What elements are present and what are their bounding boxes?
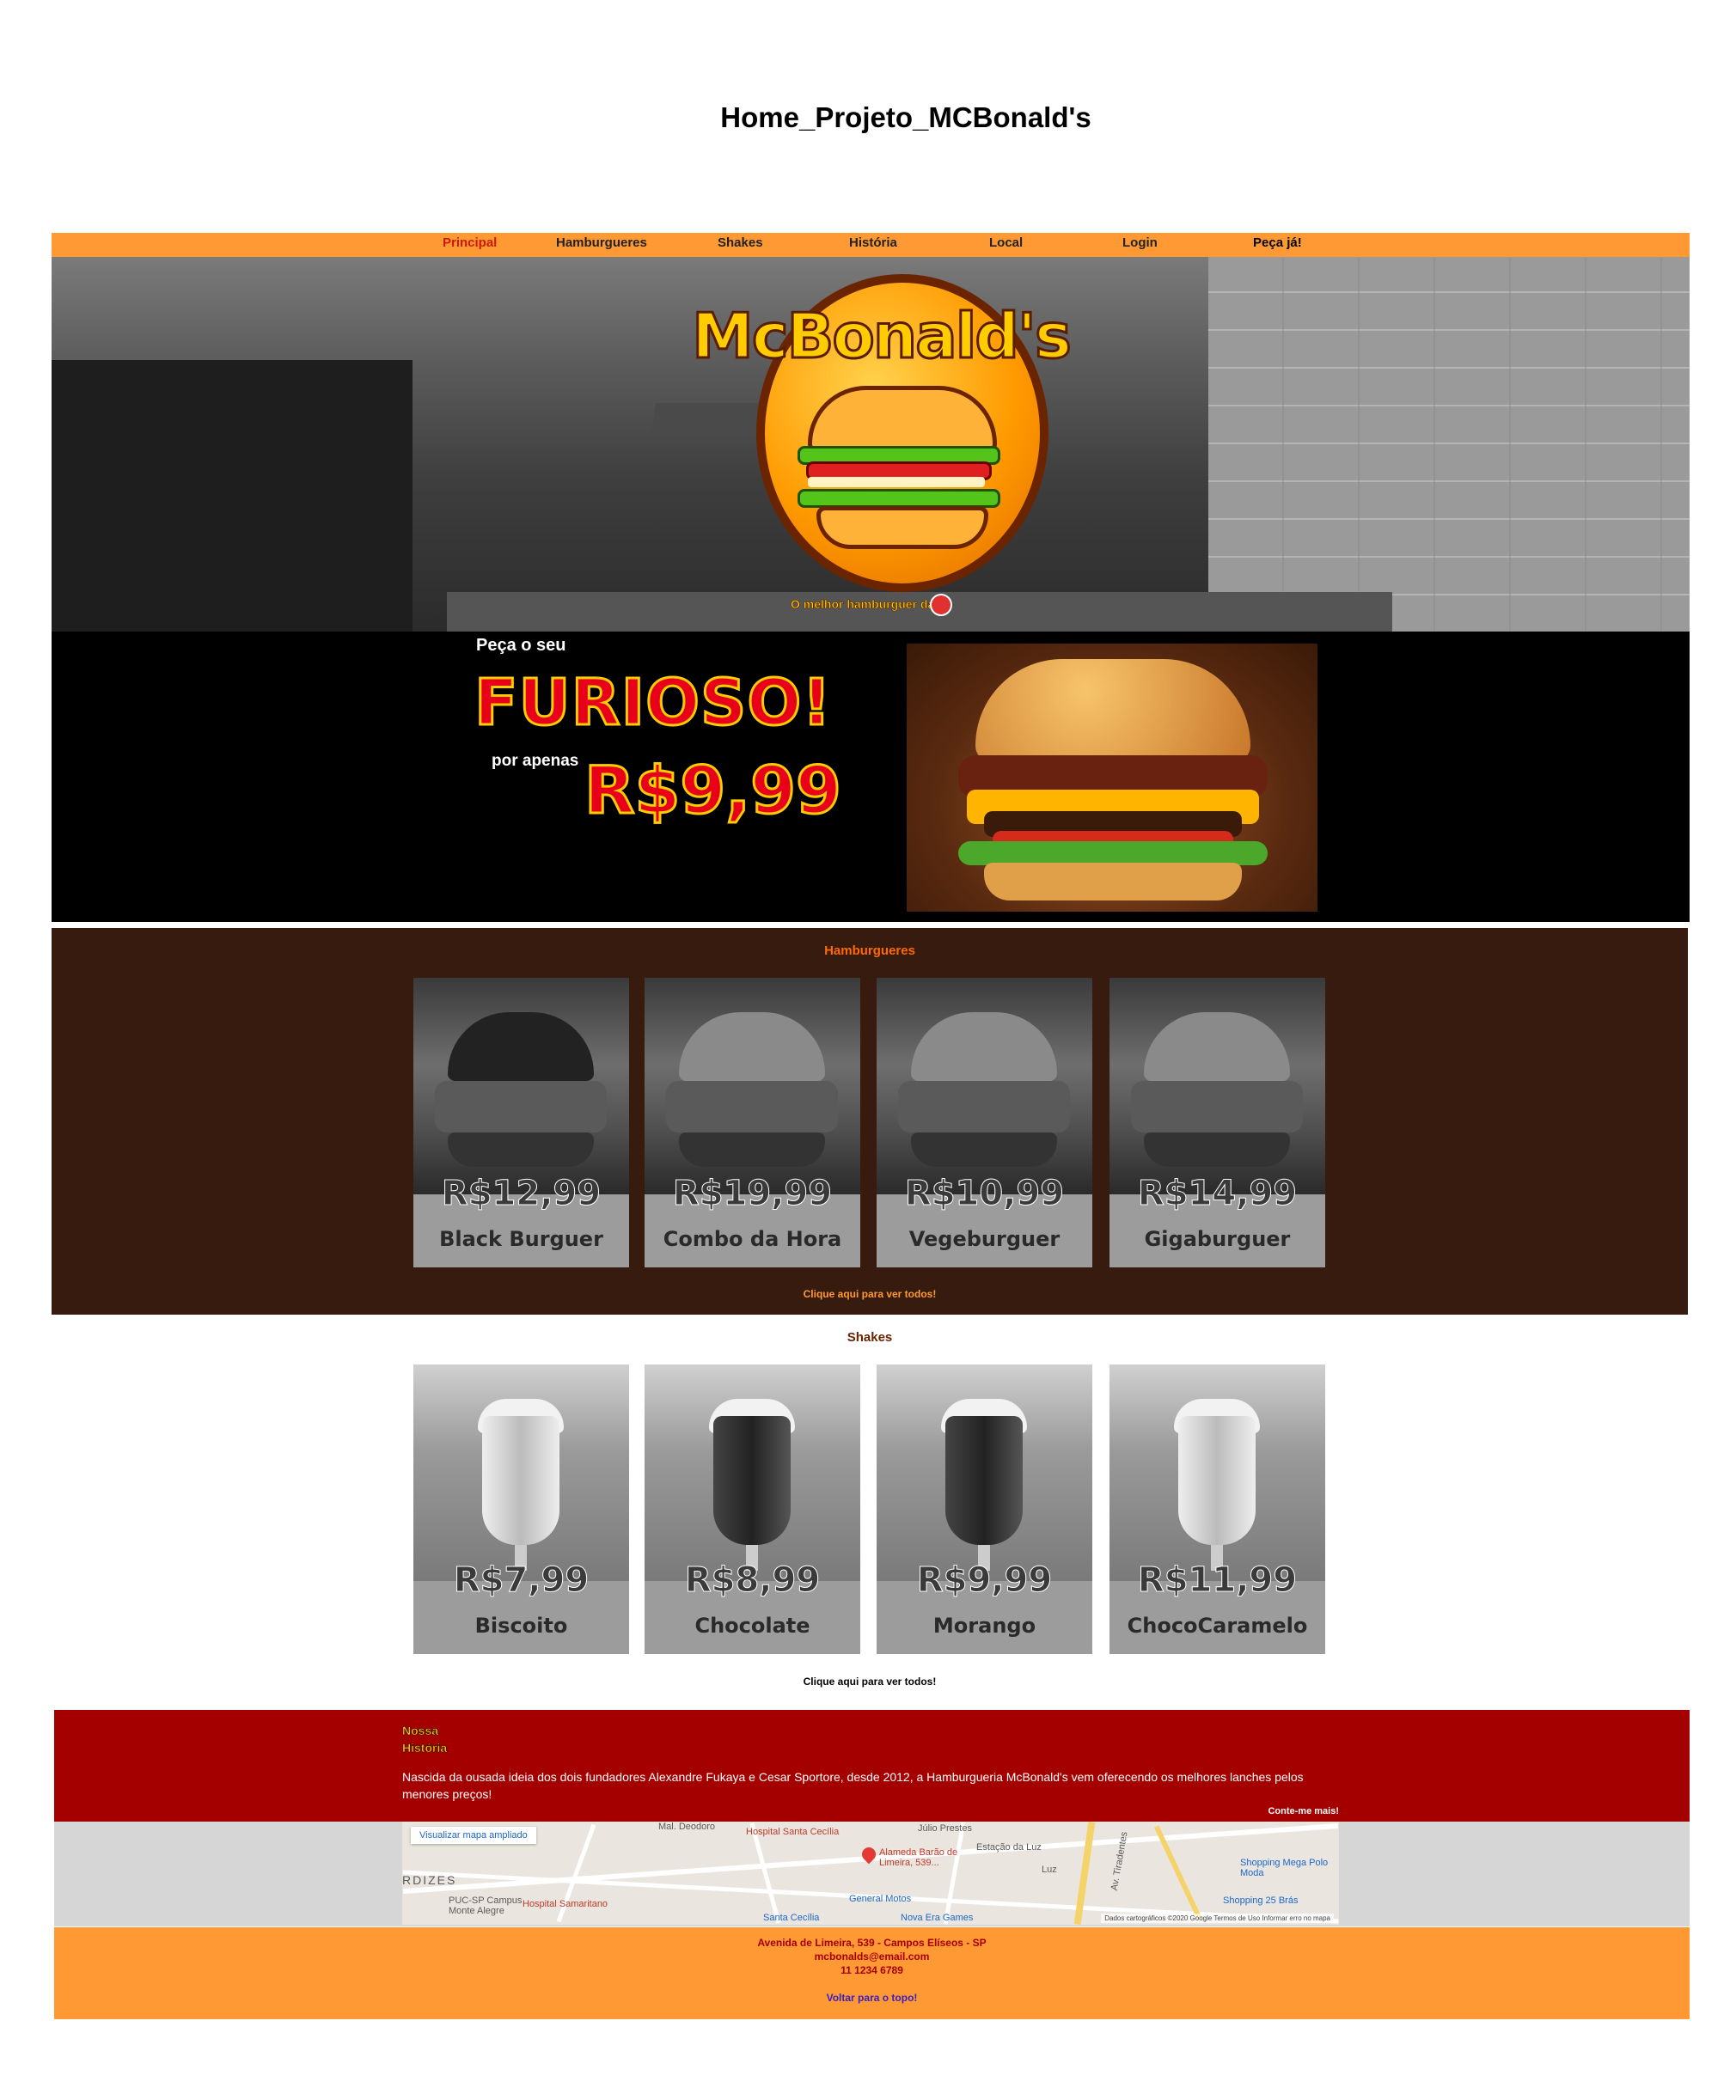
burger-image xyxy=(877,978,1092,1194)
map-section: Visualizar mapa ampliado Mal. Deodoro Ho… xyxy=(54,1822,1690,1926)
footer-phone: 11 1234 6789 xyxy=(840,1964,903,1976)
shakes-section: Shakes R$7,99 Biscoito R$8,99 Chocolate … xyxy=(52,1315,1688,1701)
shake-name: ChocoCaramelo xyxy=(1127,1614,1308,1638)
nav-principal[interactable]: Principal xyxy=(443,235,497,250)
face-icon xyxy=(930,594,952,616)
burger-price: R$14,99 xyxy=(1137,1174,1298,1214)
map-expand-button[interactable]: Visualizar mapa ampliado xyxy=(411,1827,536,1844)
burger-card[interactable]: R$14,99 Gigaburguer xyxy=(1109,978,1325,1267)
burger-name: Combo da Hora xyxy=(663,1227,842,1251)
burger-name: Black Burguer xyxy=(439,1227,603,1251)
shake-card[interactable]: R$8,99 Chocolate xyxy=(645,1364,860,1654)
shake-image xyxy=(877,1364,1092,1581)
history-text: Nascida da ousada ideia dos dois fundado… xyxy=(402,1770,1304,1801)
burger-name: Vegeburguer xyxy=(908,1227,1061,1251)
shake-price: R$11,99 xyxy=(1137,1560,1298,1601)
nav-peca-ja[interactable]: Peça já! xyxy=(1253,235,1302,250)
main-nav: Principal Hamburgueres Shakes História L… xyxy=(52,233,1690,257)
history-more-link[interactable]: Conte-me mais! xyxy=(1268,1806,1339,1816)
shake-name: Biscoito xyxy=(474,1614,568,1638)
burger-price: R$10,99 xyxy=(904,1174,1065,1214)
shake-card[interactable]: R$7,99 Biscoito xyxy=(413,1364,629,1654)
footer-email: mcbonalds@email.com xyxy=(814,1950,930,1963)
promo-banner: Peça o seu FURIOSO! por apenas R$9,99 xyxy=(52,632,1690,922)
burgers-section: Hamburgueres R$12,99 Black Burguer R$19,… xyxy=(52,928,1688,1315)
shake-price: R$7,99 xyxy=(453,1560,590,1601)
map-place-label: Alameda Barão de Limeira, 539... xyxy=(879,1847,958,1868)
footer-address: Avenida de Limeira, 539 - Campos Elíseos… xyxy=(757,1937,987,1949)
shake-image xyxy=(413,1364,629,1581)
page-title: Home_Projeto_MCBonald's xyxy=(720,101,1091,133)
nav-login[interactable]: Login xyxy=(1122,235,1158,250)
burger-price: R$12,99 xyxy=(441,1174,602,1214)
promo-price: R$9,99 xyxy=(584,751,843,830)
burgers-section-title: Hamburgueres xyxy=(824,943,915,958)
shake-name: Chocolate xyxy=(694,1614,810,1638)
logo-text: McBonald's xyxy=(691,299,1073,374)
nav-local[interactable]: Local xyxy=(989,235,1023,250)
promo-burger-image xyxy=(907,644,1317,912)
burger-card[interactable]: R$10,99 Vegeburguer xyxy=(877,978,1092,1267)
shake-card[interactable]: R$9,99 Morango xyxy=(877,1364,1092,1654)
promo-sub: por apenas xyxy=(492,752,579,770)
shake-name: Morango xyxy=(932,1614,1036,1638)
burger-card[interactable]: R$19,99 Combo da Hora xyxy=(645,978,860,1267)
nav-hamburgueres[interactable]: Hamburgueres xyxy=(556,235,647,250)
burger-price: R$19,99 xyxy=(672,1174,833,1214)
history-section: Nossa História Nascida da ousada ideia d… xyxy=(54,1710,1690,1822)
shake-image xyxy=(1109,1364,1325,1581)
hero-tagline: O melhor hamburguer da xyxy=(791,597,935,612)
shake-card[interactable]: R$11,99 ChocoCaramelo xyxy=(1109,1364,1325,1654)
hero-background-counter xyxy=(52,360,413,632)
brand-logo: McBonald's xyxy=(679,274,1083,618)
shake-image xyxy=(645,1364,860,1581)
hero-banner: McBonald's O melhor hamburguer da xyxy=(52,257,1690,632)
nav-shakes[interactable]: Shakes xyxy=(718,235,763,250)
back-to-top-link[interactable]: Voltar para o topo! xyxy=(54,1992,1690,2004)
promo-intro: Peça o seu xyxy=(476,636,566,655)
history-title: Nossa História xyxy=(402,1724,448,1755)
burger-image xyxy=(1109,978,1325,1194)
nav-historia[interactable]: História xyxy=(849,235,897,250)
promo-product-name: FURIOSO! xyxy=(473,665,833,742)
burger-name: Gigaburguer xyxy=(1144,1227,1291,1251)
embedded-map[interactable]: Visualizar mapa ampliado Mal. Deodoro Ho… xyxy=(402,1822,1339,1925)
shakes-see-all-link[interactable]: Clique aqui para ver todos! xyxy=(52,1676,1688,1688)
burger-card[interactable]: R$12,99 Black Burguer xyxy=(413,978,629,1267)
shake-price: R$8,99 xyxy=(684,1560,821,1601)
burger-image xyxy=(413,978,629,1194)
burgers-see-all-link[interactable]: Clique aqui para ver todos! xyxy=(52,1288,1688,1300)
map-credit: Dados cartográficos ©2020 Google Termos … xyxy=(1101,1914,1334,1923)
footer: Avenida de Limeira, 539 - Campos Elíseos… xyxy=(54,1927,1690,2019)
shakes-section-title: Shakes xyxy=(847,1330,893,1345)
shake-price: R$9,99 xyxy=(916,1560,1053,1601)
burger-image xyxy=(645,978,860,1194)
